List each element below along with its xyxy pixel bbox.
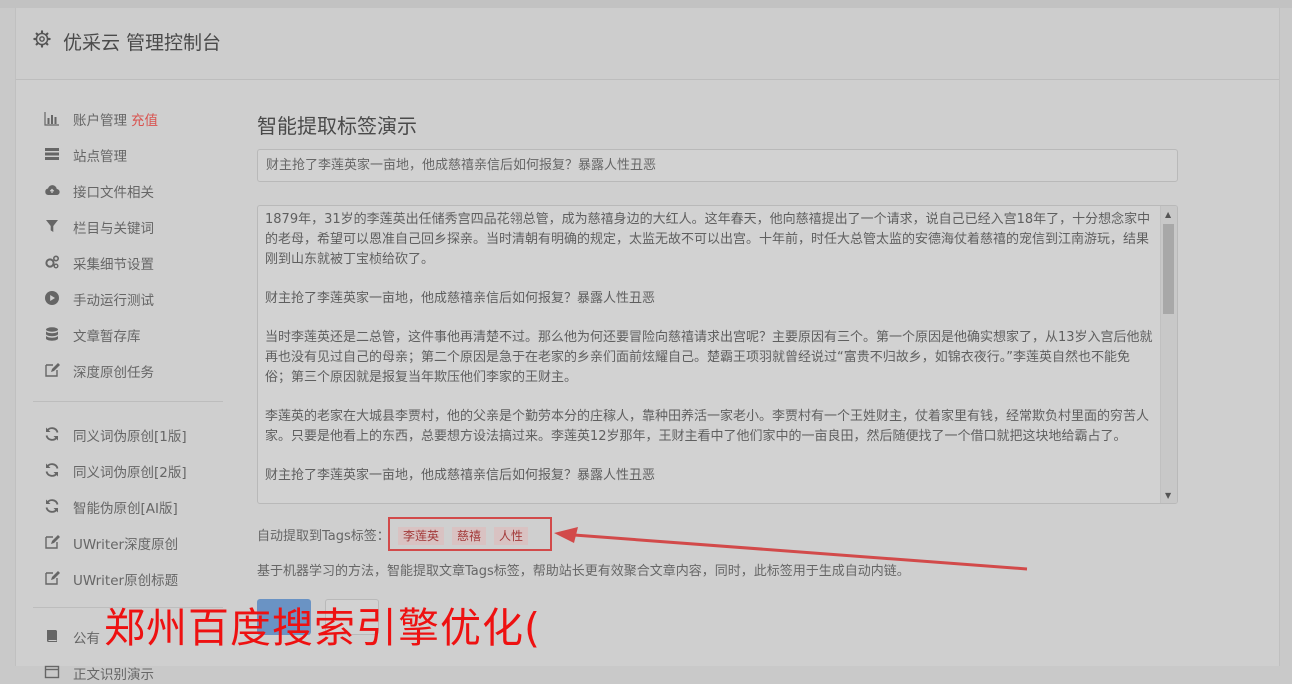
sidebar-divider	[33, 401, 223, 402]
sidebar-item-uwriter-deep[interactable]: UWriter深度原创	[33, 530, 233, 554]
scroll-thumb[interactable]	[1163, 224, 1174, 314]
sidebar-item-label: 文章暂存库	[73, 329, 141, 345]
sidebar-item-sites[interactable]: 站点管理	[33, 142, 233, 166]
sidebar-item-text-recognition[interactable]: 正文识别演示	[33, 660, 233, 684]
scroll-down-icon[interactable]: ▼	[1165, 491, 1171, 500]
sidebar-item-label: 深度原创任务	[73, 365, 154, 381]
window-icon	[44, 665, 60, 679]
recharge-link[interactable]: 充值	[131, 113, 158, 129]
sidebar-item-label: 接口文件相关	[73, 185, 154, 201]
sidebar-item-label: 同义词伪原创[1版]	[73, 429, 187, 445]
tag-badge: 慈禧	[452, 527, 487, 545]
sidebar-item-label: 账户管理	[73, 113, 127, 129]
article-content-textarea[interactable]: 1879年，31岁的李莲英出任储秀宫四品花翎总管，成为慈禧身边的大红人。这年春天…	[257, 205, 1178, 504]
sidebar-item-label: 同义词伪原创[2版]	[73, 465, 187, 481]
feature-description: 基于机器学习的方法，智能提取文章Tags标签，帮助站长更有效聚合文章内容，同时，…	[257, 564, 910, 579]
top-strip	[0, 0, 1292, 8]
sidebar-item-label: 站点管理	[73, 149, 127, 165]
watermark-text: 郑州百度搜索引擎优化(	[104, 604, 541, 652]
page-title: 优采云 管理控制台	[63, 32, 222, 54]
play-circle-icon	[45, 291, 59, 305]
sidebar-item-article-store[interactable]: 文章暂存库	[33, 322, 233, 346]
sidebar-item-account[interactable]: 账户管理 充值	[33, 106, 233, 130]
sidebar-item-deep-original[interactable]: 深度原创任务	[33, 358, 233, 382]
article-content-text: 1879年，31岁的李莲英出任储秀宫四品花翎总管，成为慈禧身边的大红人。这年春天…	[265, 210, 1153, 503]
edit-icon	[45, 535, 60, 549]
sidebar-item-interface[interactable]: 接口文件相关	[33, 178, 233, 202]
sidebar-item-label: UWriter原创标题	[73, 573, 179, 589]
sidebar-item-label: 智能伪原创[AI版]	[73, 501, 178, 517]
refresh-icon	[45, 427, 59, 441]
sidebar-item-uwriter-title[interactable]: UWriter原创标题	[33, 566, 233, 590]
sidebar-item-manual-run[interactable]: 手动运行测试	[33, 286, 233, 310]
gear-icon	[33, 30, 51, 48]
sidebar-item-label: 采集细节设置	[73, 257, 154, 273]
filter-icon	[46, 220, 58, 232]
cloud-upload-icon	[45, 185, 60, 196]
content-paragraph: 财主抢了李莲英家一亩地，他成慈禧亲信后如何报复？暴露人性丑恶	[265, 468, 656, 483]
sidebar-item-columns[interactable]: 栏目与关键词	[33, 214, 233, 238]
content-paragraph: 财主抢了李莲英家一亩地，他成慈禧亲信后如何报复？暴露人性丑恶	[265, 291, 656, 306]
header: 优采云 管理控制台	[16, 8, 1279, 80]
refresh-icon	[45, 463, 59, 477]
tag-badge: 李莲英	[398, 527, 445, 545]
sidebar-item-label: 公有	[73, 631, 100, 647]
tags-highlight-box: 李莲英 慈禧 人性	[388, 517, 552, 551]
article-title-input[interactable]: 财主抢了李莲英家一亩地，他成慈禧亲信后如何报复？暴露人性丑恶	[257, 149, 1178, 182]
sidebar-item-label: 正文识别演示	[73, 667, 154, 683]
sidebar-item-synonym-v1[interactable]: 同义词伪原创[1版]	[33, 422, 233, 446]
sidebar-item-label: 手动运行测试	[73, 293, 154, 309]
tag-badge: 人性	[494, 527, 529, 545]
sidebar-item-synonym-v2[interactable]: 同义词伪原创[2版]	[33, 458, 233, 482]
book-icon	[46, 630, 57, 642]
sidebar-item-label: 栏目与关键词	[73, 221, 154, 237]
tags-label: 自动提取到Tags标签：	[257, 529, 390, 544]
refresh-icon	[45, 499, 59, 513]
edit-icon	[45, 363, 60, 377]
gears-icon	[45, 255, 60, 269]
database-icon	[46, 327, 58, 341]
scroll-up-icon[interactable]: ▲	[1165, 210, 1171, 219]
content-paragraph: 1879年，31岁的李莲英出任储秀宫四品花翎总管，成为慈禧身边的大红人。这年春天…	[265, 212, 1151, 267]
sidebar-item-ai-rewrite[interactable]: 智能伪原创[AI版]	[33, 494, 233, 518]
content-paragraph: 李莲英的老家在大城县李贾村，他的父亲是个勤劳本分的庄稼人，靠种田养活一家老小。李…	[265, 409, 1150, 444]
content-scrollbar[interactable]: ▲ ▼	[1160, 206, 1177, 503]
edit-icon	[45, 571, 60, 585]
console-page: 优采云 管理控制台 账户管理 充值 站点管理 接口文件相关 栏目与关键词 采集细…	[15, 8, 1280, 683]
server-icon	[45, 148, 59, 160]
content-paragraph: 当时李莲英还是二总管，这件事他再清楚不过。那么他为何还要冒险向慈禧请求出宫呢？主…	[265, 330, 1153, 385]
section-heading: 智能提取标签演示	[257, 114, 417, 138]
bar-chart-icon	[44, 112, 59, 126]
sidebar-item-label: UWriter深度原创	[73, 537, 179, 553]
sidebar-item-collect[interactable]: 采集细节设置	[33, 250, 233, 274]
